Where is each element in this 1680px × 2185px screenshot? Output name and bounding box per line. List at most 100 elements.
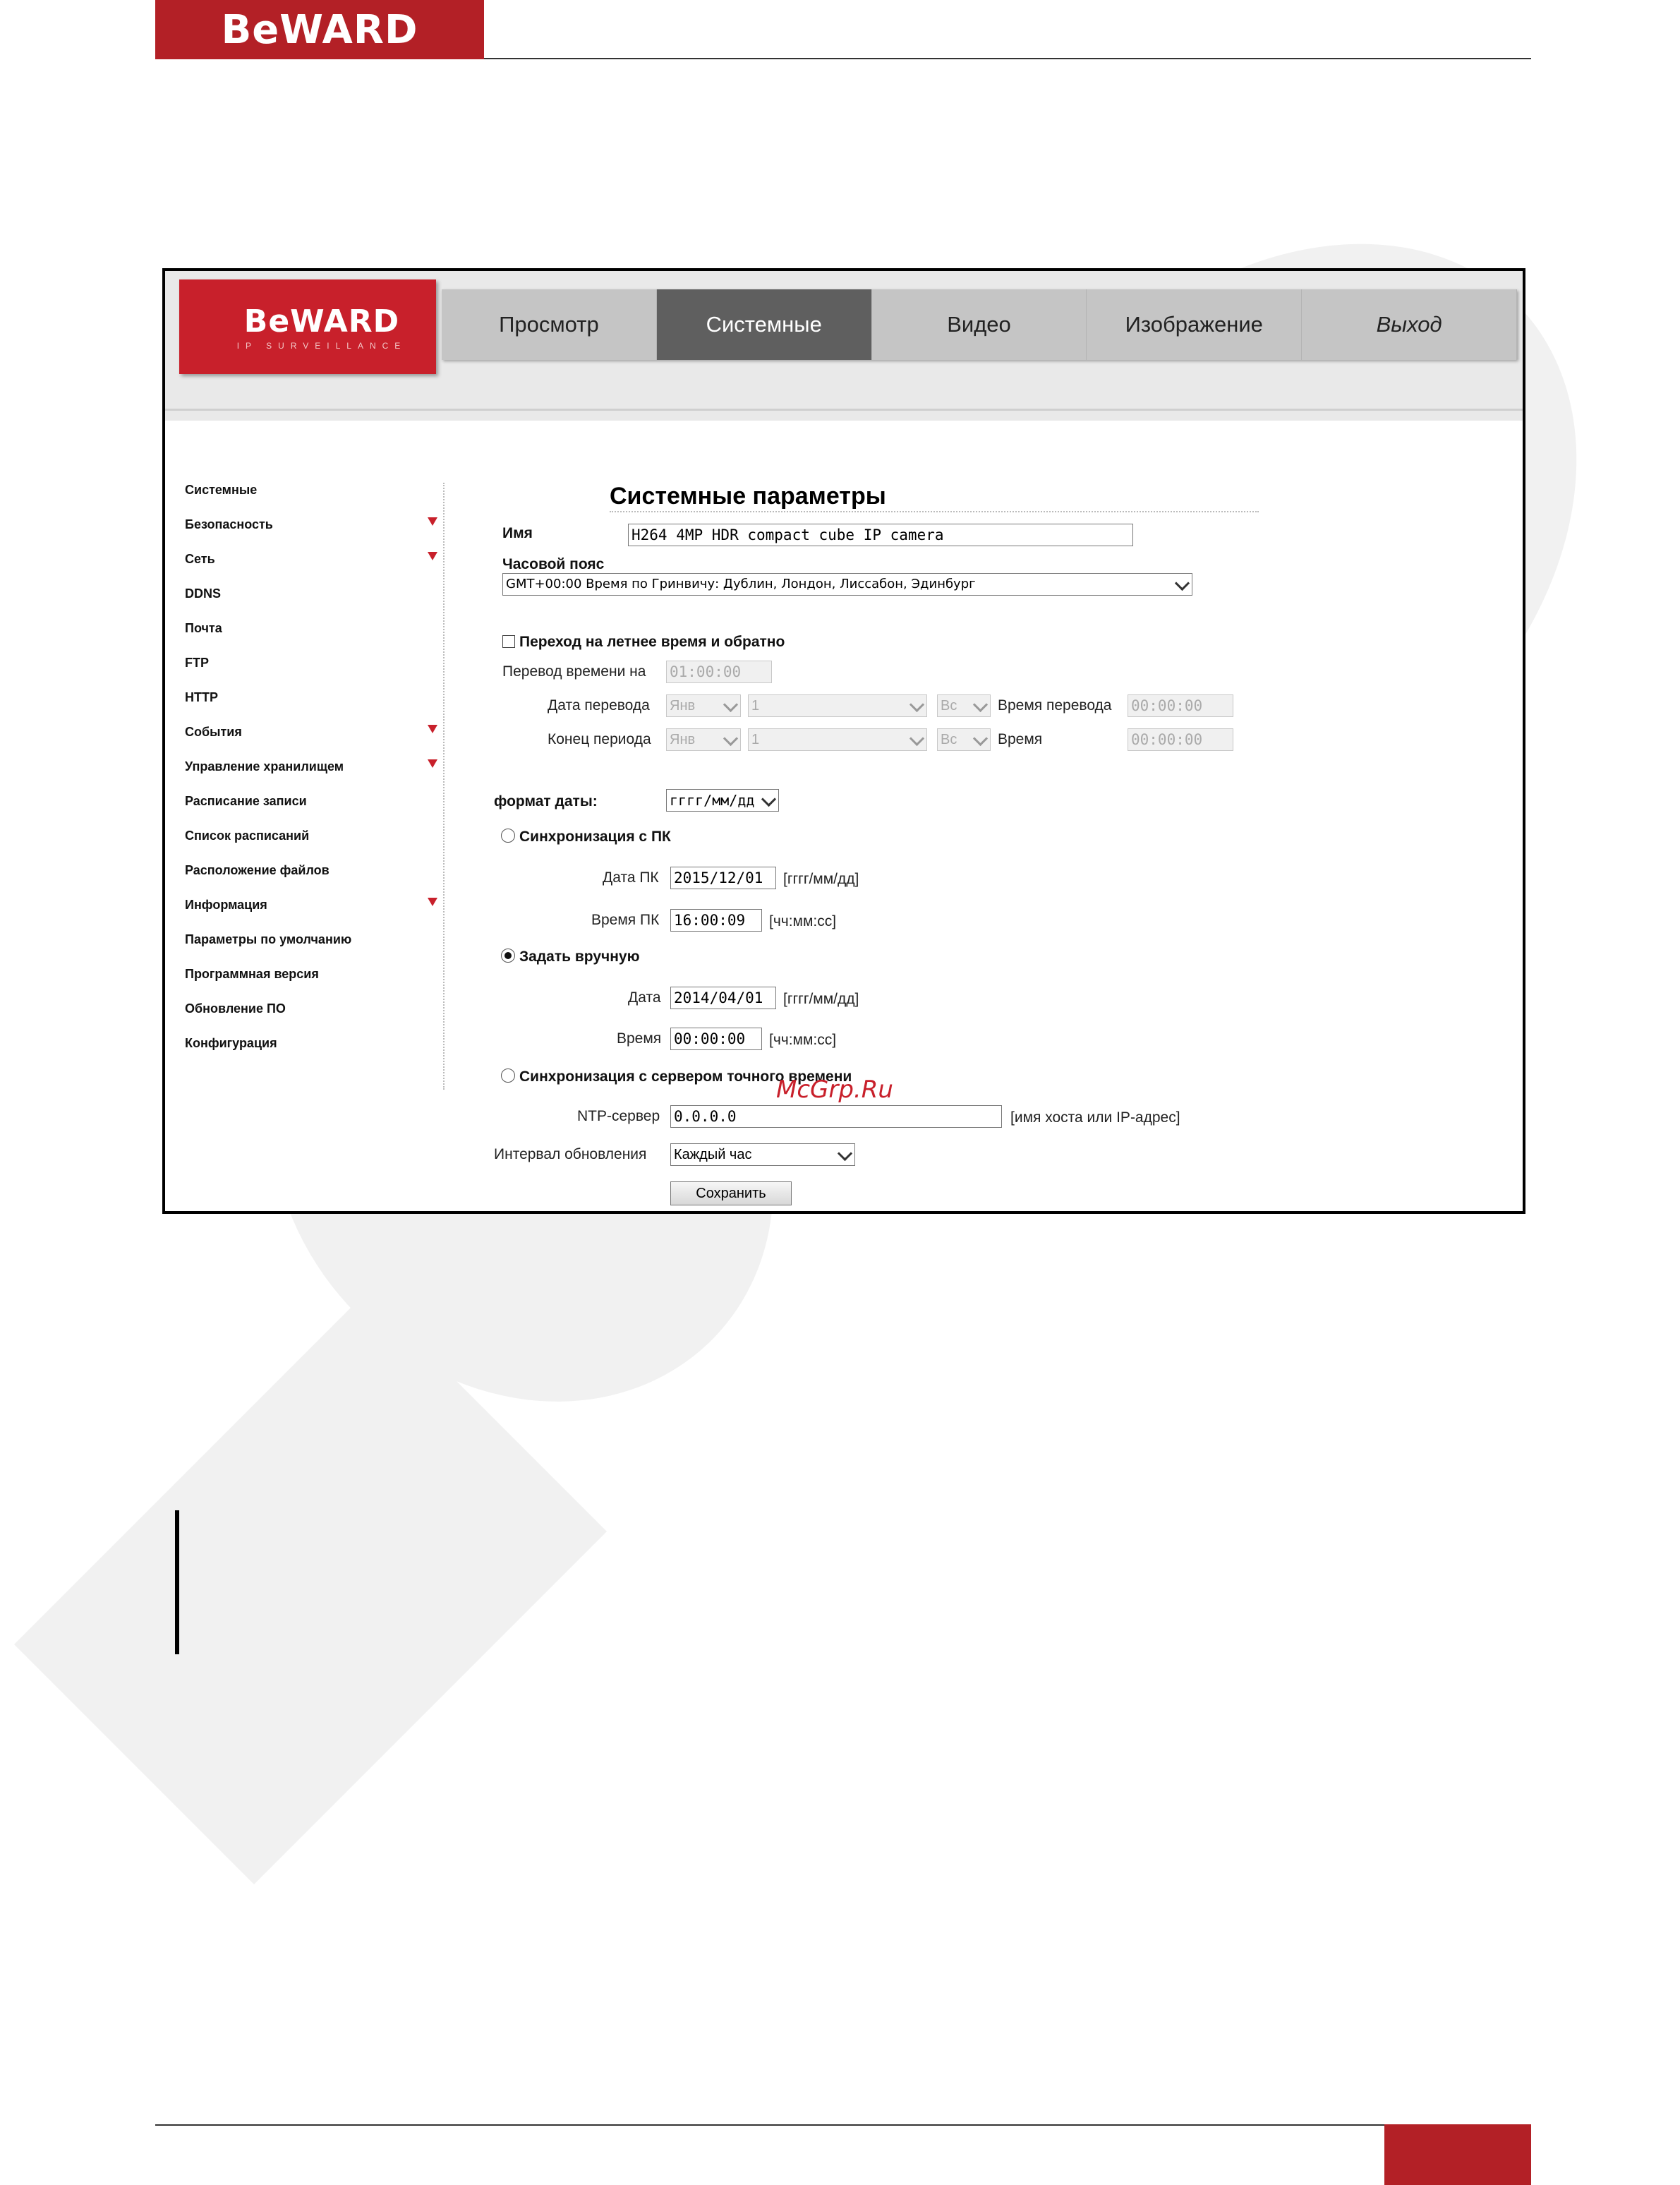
dst-end-time-label: Время bbox=[998, 731, 1043, 747]
sidebar-item-label: Почта bbox=[185, 621, 222, 635]
footer-block bbox=[1384, 2124, 1531, 2185]
site-watermark-text: McGrp.Ru bbox=[776, 1076, 893, 1104]
dst-end-week-select[interactable]: 1 bbox=[748, 728, 927, 751]
chevron-down-icon bbox=[972, 697, 989, 713]
sidebar-item-label: Системные bbox=[185, 483, 258, 497]
sidebar-item-http[interactable]: HTTP bbox=[185, 690, 446, 725]
timezone-select[interactable]: GMT+00:00 Время по Гринвичу: Дублин, Лон… bbox=[502, 573, 1192, 596]
sidebar-item-record-schedule[interactable]: Расписание записи bbox=[185, 794, 446, 829]
date-format-select[interactable]: гггг/мм/дд bbox=[666, 789, 779, 812]
expand-arrow-icon bbox=[428, 517, 437, 526]
dst-start-time-input[interactable]: 00:00:00 bbox=[1128, 694, 1233, 717]
manual-time-label: Время bbox=[617, 1030, 662, 1047]
sidebar-item-security[interactable]: Безопасность bbox=[185, 517, 446, 552]
dst-start-time-label: Время перевода bbox=[998, 697, 1112, 714]
chevron-down-icon bbox=[723, 697, 739, 713]
sidebar-item-firmware-version[interactable]: Программная версия bbox=[185, 967, 446, 1001]
sidebar-item-mail[interactable]: Почта bbox=[185, 621, 446, 656]
sidebar-item-configuration[interactable]: Конфигурация bbox=[185, 1036, 446, 1071]
pc-time-hint: [чч:мм:сс] bbox=[769, 913, 837, 929]
tab-system[interactable]: Системные bbox=[656, 289, 872, 360]
tab-logout[interactable]: Выход bbox=[1302, 289, 1517, 360]
sidebar-item-update[interactable]: Обновление ПО bbox=[185, 1001, 446, 1036]
chevron-down-icon bbox=[723, 730, 739, 747]
camera-name-input[interactable]: H264 4MP HDR compact cube IP camera bbox=[628, 524, 1133, 546]
sidebar-item-label: Расположение файлов bbox=[185, 863, 330, 877]
sync-pc-label: Синхронизация с ПК bbox=[519, 829, 671, 845]
dst-end-time-input[interactable]: 00:00:00 bbox=[1128, 728, 1233, 751]
sidebar-item-info[interactable]: Информация bbox=[185, 898, 446, 932]
sync-pc-radio[interactable] bbox=[501, 829, 515, 843]
timezone-value: GMT+00:00 Время по Гринвичу: Дублин, Лон… bbox=[506, 577, 976, 591]
dst-shift-label: Перевод времени на bbox=[502, 663, 646, 680]
pc-date-label: Дата ПК bbox=[603, 869, 659, 886]
dst-end-month-select[interactable]: Янв bbox=[666, 728, 741, 751]
dst-end-day-select[interactable]: Вс bbox=[937, 728, 991, 751]
manual-label: Задать вручную bbox=[519, 949, 640, 965]
sidebar-item-system[interactable]: Системные bbox=[185, 483, 446, 517]
timezone-label: Часовой пояс bbox=[502, 556, 605, 572]
sidebar-item-label: Управление хранилищем bbox=[185, 759, 344, 774]
ntp-radio[interactable] bbox=[501, 1069, 515, 1083]
sidebar-item-file-location[interactable]: Расположение файлов bbox=[185, 863, 446, 898]
tab-preview[interactable]: Просмотр bbox=[442, 289, 657, 360]
sidebar-item-label: Программная версия bbox=[185, 967, 319, 981]
sidebar-item-label: HTTP bbox=[185, 690, 218, 704]
pc-time-input[interactable]: 16:00:09 bbox=[670, 909, 762, 932]
save-button[interactable]: Сохранить bbox=[670, 1181, 792, 1205]
dst-start-week-select[interactable]: 1 bbox=[748, 694, 927, 717]
sidebar-item-storage[interactable]: Управление хранилищем bbox=[185, 759, 446, 794]
select-value: Вс bbox=[941, 698, 957, 714]
dst-start-month-select[interactable]: Янв bbox=[666, 694, 741, 717]
manual-time-hint: [чч:мм:сс] bbox=[769, 1032, 837, 1048]
pc-time-label: Время ПК bbox=[591, 912, 660, 928]
header-divider bbox=[165, 409, 1523, 411]
sidebar-item-ddns[interactable]: DDNS bbox=[185, 586, 446, 621]
tab-video[interactable]: Видео bbox=[872, 289, 1087, 360]
pc-date-input[interactable]: 2015/12/01 bbox=[670, 867, 776, 889]
tab-image[interactable]: Изображение bbox=[1087, 289, 1303, 360]
ntp-server-input[interactable]: 0.0.0.0 bbox=[670, 1105, 1002, 1128]
sidebar-item-label: DDNS bbox=[185, 586, 222, 601]
pc-date-hint: [гггг/мм/дд] bbox=[783, 871, 859, 887]
footer-rule bbox=[155, 2124, 1384, 2126]
select-value: Янв bbox=[670, 732, 696, 747]
expand-arrow-icon bbox=[428, 552, 437, 560]
sidebar-item-ftp[interactable]: FTP bbox=[185, 656, 446, 690]
sidebar-item-label: Безопасность bbox=[185, 517, 273, 531]
expand-arrow-icon bbox=[428, 759, 437, 768]
sidebar-divider bbox=[443, 483, 445, 1090]
sidebar-item-network[interactable]: Сеть bbox=[185, 552, 446, 586]
chevron-down-icon bbox=[1174, 575, 1190, 591]
dst-checkbox[interactable] bbox=[502, 635, 515, 648]
web-interface-screenshot: BeWARD IP SURVEILLANCE Просмотр Системны… bbox=[162, 268, 1525, 1214]
chevron-down-icon bbox=[972, 730, 989, 747]
sidebar-item-label: FTP bbox=[185, 656, 209, 670]
chevron-down-icon bbox=[761, 791, 777, 807]
select-value: 1 bbox=[751, 732, 760, 747]
sidebar-item-label: Параметры по умолчанию bbox=[185, 932, 352, 946]
chevron-down-icon bbox=[837, 1145, 853, 1162]
dst-start-day-select[interactable]: Вс bbox=[937, 694, 991, 717]
expand-arrow-icon bbox=[428, 898, 437, 906]
sidebar-item-events[interactable]: События bbox=[185, 725, 446, 759]
ntp-server-hint: [имя хоста или IP-адрес] bbox=[1010, 1109, 1180, 1126]
sidebar-item-schedule-list[interactable]: Список расписаний bbox=[185, 829, 446, 863]
manual-date-input[interactable]: 2014/04/01 bbox=[670, 987, 776, 1009]
chevron-down-icon bbox=[909, 697, 925, 713]
margin-bar bbox=[175, 1510, 179, 1654]
dst-shift-input[interactable]: 01:00:00 bbox=[666, 661, 772, 683]
manual-date-label: Дата bbox=[628, 989, 661, 1006]
sidebar-item-label: Список расписаний bbox=[185, 829, 310, 843]
manual-time-input[interactable]: 00:00:00 bbox=[670, 1028, 762, 1050]
dst-end-label: Конец периода bbox=[548, 731, 651, 747]
sidebar-item-label: Информация bbox=[185, 898, 267, 912]
manual-radio[interactable] bbox=[501, 949, 515, 963]
date-format-label: формат даты: bbox=[494, 793, 598, 809]
sidebar-item-defaults[interactable]: Параметры по умолчанию bbox=[185, 932, 446, 967]
ntp-interval-label: Интервал обновления bbox=[494, 1146, 647, 1162]
title-underline bbox=[610, 511, 1259, 512]
select-value: Каждый час bbox=[674, 1147, 752, 1162]
select-value: 1 bbox=[751, 698, 760, 714]
ntp-interval-select[interactable]: Каждый час bbox=[670, 1143, 855, 1166]
